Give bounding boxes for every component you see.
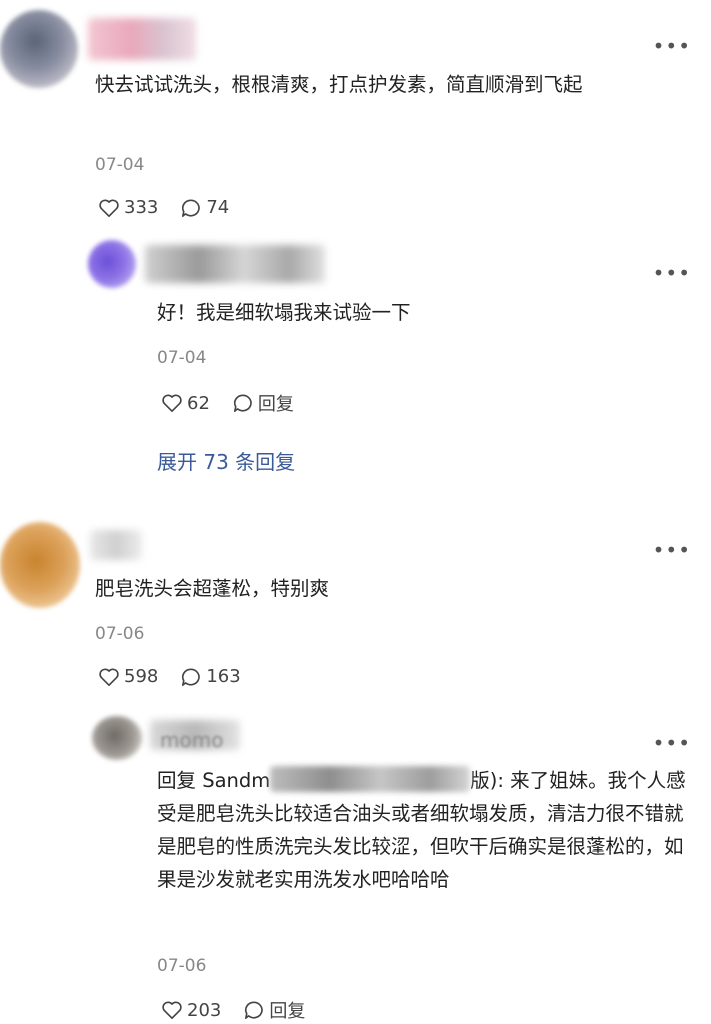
- like-button[interactable]: 333: [98, 197, 158, 218]
- reply-count: 163: [206, 666, 241, 687]
- comment-bubble-icon: [182, 667, 201, 686]
- like-button[interactable]: 203: [161, 1000, 221, 1021]
- expand-replies-link[interactable]: 展开 73 条回复: [157, 446, 295, 475]
- comment-actions: 333 74: [98, 197, 251, 218]
- like-count: 203: [187, 999, 222, 1021]
- reply-text: 好！我是细软塌我来试验一下: [157, 301, 411, 324]
- reply-count-button[interactable]: 163: [180, 666, 241, 687]
- reply-actions: 62 回复: [161, 390, 316, 416]
- comment-date: 07-04: [95, 155, 145, 175]
- comment-text: 快去试试洗头，根根清爽，打点护发素，简直顺滑到飞起: [95, 73, 583, 96]
- like-count: 62: [187, 392, 210, 414]
- avatar[interactable]: [0, 522, 80, 608]
- heart-icon: [99, 668, 119, 686]
- reply-actions: 203 回复: [161, 997, 327, 1023]
- comment-date: 07-06: [95, 624, 145, 644]
- reply-text: 回复 Sandm 版): 来了姐妹。我个人感受是肥皂洗头比较适合油头或者细软塌发质…: [157, 764, 702, 896]
- reply-count-button[interactable]: 74: [180, 197, 229, 218]
- more-dots-icon[interactable]: •••: [653, 540, 691, 560]
- reply-avatar[interactable]: [88, 240, 136, 288]
- comment-actions: 598 163: [98, 666, 263, 687]
- heart-icon: [99, 199, 119, 217]
- reply-label: 回复: [269, 1001, 306, 1022]
- reply-prefix: 回复 Sandm: [157, 769, 271, 792]
- heart-icon: [162, 394, 182, 412]
- like-count: 333: [124, 197, 159, 218]
- more-dots-icon[interactable]: •••: [653, 733, 691, 753]
- comment-bubble-icon: [233, 394, 252, 412]
- username-blurred[interactable]: [90, 530, 142, 560]
- comment-text: 肥皂洗头会超蓬松，特别爽: [95, 577, 330, 600]
- reply-date: 07-04: [157, 348, 207, 368]
- comment-bubble-icon: [245, 1001, 264, 1019]
- like-button[interactable]: 598: [98, 666, 158, 687]
- reply-username-blurred[interactable]: [145, 245, 325, 283]
- more-dots-icon[interactable]: •••: [653, 263, 691, 283]
- reply-avatar[interactable]: [92, 716, 142, 760]
- username-blurred[interactable]: [88, 18, 196, 60]
- like-count: 598: [124, 666, 159, 687]
- heart-icon: [162, 1001, 182, 1019]
- reply-count: 74: [206, 197, 230, 218]
- more-dots-icon[interactable]: •••: [653, 36, 691, 56]
- blurred-mention: [270, 766, 471, 792]
- reply-username-partial: momo: [160, 728, 224, 752]
- reply-label: 回复: [257, 394, 294, 415]
- comment-bubble-icon: [182, 198, 201, 217]
- reply-date: 07-06: [157, 956, 207, 976]
- like-button[interactable]: 62: [161, 393, 210, 414]
- reply-button[interactable]: 回复: [232, 390, 294, 416]
- avatar[interactable]: [0, 10, 78, 88]
- reply-button[interactable]: 回复: [243, 997, 305, 1023]
